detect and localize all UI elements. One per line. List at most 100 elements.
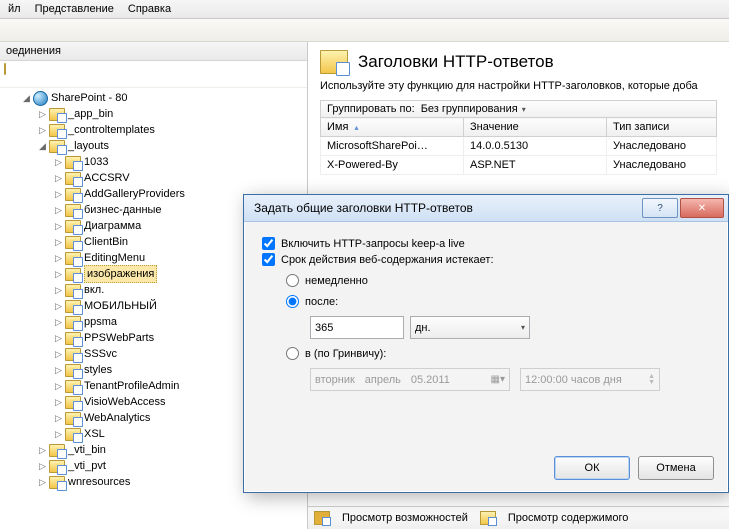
expander-icon[interactable]: ◢ bbox=[22, 90, 31, 106]
keepalive-checkbox[interactable] bbox=[262, 237, 275, 250]
expander-icon[interactable]: ▷ bbox=[38, 458, 47, 474]
menu-view[interactable]: Представление bbox=[35, 3, 114, 15]
feature-icon bbox=[320, 50, 348, 74]
expander-icon[interactable]: ▷ bbox=[54, 218, 63, 234]
folder-icon bbox=[65, 268, 81, 281]
expander-icon[interactable]: ▷ bbox=[54, 154, 63, 170]
expander-icon[interactable]: ▷ bbox=[54, 298, 63, 314]
tree-label: EditingMenu bbox=[84, 250, 145, 266]
group-dropdown[interactable]: Без группирования bbox=[421, 103, 526, 115]
folder-icon bbox=[65, 412, 81, 425]
expander-icon[interactable]: ▷ bbox=[54, 234, 63, 250]
folder-icon bbox=[49, 140, 65, 153]
tree-label: _vti_pvt bbox=[68, 458, 106, 474]
content-view-label[interactable]: Просмотр содержимого bbox=[508, 512, 629, 524]
folder-icon bbox=[65, 156, 81, 169]
expire-label: Срок действия веб-содержания истекает: bbox=[281, 254, 494, 266]
group-label: Группировать по: bbox=[327, 103, 415, 115]
expander-icon[interactable]: ▷ bbox=[54, 362, 63, 378]
tree-label: _controltemplates bbox=[68, 122, 155, 138]
toolbar bbox=[0, 19, 729, 42]
expander-icon[interactable]: ▷ bbox=[54, 250, 63, 266]
col-name[interactable]: Имя bbox=[321, 118, 464, 137]
cancel-button[interactable]: Отмена bbox=[638, 456, 714, 480]
expander-icon[interactable]: ▷ bbox=[54, 266, 63, 282]
tree-node[interactable]: ▷ 1033 bbox=[0, 154, 307, 170]
radio-gmt[interactable] bbox=[286, 347, 299, 360]
cell: ASP.NET bbox=[464, 156, 607, 175]
col-value[interactable]: Значение bbox=[464, 118, 607, 137]
tree-node[interactable]: ◢ _layouts bbox=[0, 138, 307, 154]
expander-icon[interactable]: ▷ bbox=[54, 410, 63, 426]
ok-button[interactable]: ОК bbox=[554, 456, 630, 480]
tree-label: _layouts bbox=[68, 138, 109, 154]
tree-label: Диаграмма bbox=[84, 218, 141, 234]
features-view-icon[interactable] bbox=[314, 511, 330, 525]
expander-icon[interactable]: ▷ bbox=[54, 426, 63, 442]
expander-icon[interactable]: ▷ bbox=[38, 442, 47, 458]
features-view-label[interactable]: Просмотр возможностей bbox=[342, 512, 468, 524]
tree-node[interactable]: ▷_app_bin bbox=[0, 106, 307, 122]
headers-table: Имя Значение Тип записи MicrosoftSharePo… bbox=[320, 117, 717, 175]
tree-label: XSL bbox=[84, 426, 105, 442]
tree-label: SSSvc bbox=[84, 346, 117, 362]
after-value-input[interactable] bbox=[310, 316, 404, 339]
tree-label: изображения bbox=[84, 265, 157, 283]
expander-icon[interactable]: ▷ bbox=[54, 330, 63, 346]
table-row[interactable]: X-Powered-ByASP.NETУнаследовано bbox=[321, 156, 717, 175]
http-headers-dialog: Задать общие заголовки HTTP-ответов ? ✕ … bbox=[243, 194, 729, 493]
tree-node[interactable]: ▷ _controltemplates bbox=[0, 122, 307, 138]
folder-icon bbox=[65, 188, 81, 201]
expander-icon[interactable]: ▷ bbox=[38, 106, 47, 122]
calendar-icon: ▦▾ bbox=[491, 374, 505, 385]
folder-icon bbox=[65, 364, 81, 377]
close-button[interactable]: ✕ bbox=[680, 198, 724, 218]
radio-immediate[interactable] bbox=[286, 274, 299, 287]
folder-icon bbox=[65, 172, 81, 185]
cell: X-Powered-By bbox=[321, 156, 464, 175]
expander-icon[interactable]: ▷ bbox=[54, 346, 63, 362]
cell: MicrosoftSharePoi… bbox=[321, 137, 464, 156]
folder-icon bbox=[65, 428, 81, 441]
menu-file[interactable]: йл bbox=[8, 3, 21, 15]
expander-icon[interactable]: ▷ bbox=[38, 122, 47, 138]
folder-icon bbox=[65, 348, 81, 361]
expander-icon[interactable]: ▷ bbox=[54, 202, 63, 218]
connections-toolbar bbox=[0, 61, 307, 88]
date-picker: вторникапрель05.2011 ▦▾ bbox=[310, 368, 510, 391]
tree-label: ClientBin bbox=[84, 234, 128, 250]
expander-icon[interactable]: ◢ bbox=[38, 138, 47, 154]
expander-icon[interactable]: ▷ bbox=[54, 314, 63, 330]
tree-label: вкл. bbox=[84, 282, 104, 298]
expander-icon[interactable]: ▷ bbox=[54, 186, 63, 202]
folder-icon bbox=[65, 396, 81, 409]
dialog-title: Задать общие заголовки HTTP-ответов bbox=[254, 201, 640, 215]
tree-label: styles bbox=[84, 362, 112, 378]
expire-checkbox[interactable] bbox=[262, 253, 275, 266]
group-bar: Группировать по: Без группирования bbox=[320, 100, 717, 118]
folder-icon bbox=[65, 236, 81, 249]
tree-label: ACCSRV bbox=[84, 170, 130, 186]
tree-label: wnresources bbox=[68, 474, 130, 490]
after-unit-combo[interactable]: дн. bbox=[410, 316, 530, 339]
expander-icon[interactable]: ▷ bbox=[54, 170, 63, 186]
expander-icon[interactable]: ▷ bbox=[38, 474, 47, 490]
tree-label: 1033 bbox=[84, 154, 108, 170]
folder-icon bbox=[65, 316, 81, 329]
radio-after[interactable] bbox=[286, 295, 299, 308]
tree-label: VisioWebAccess bbox=[84, 394, 166, 410]
table-row[interactable]: MicrosoftSharePoi…14.0.0.5130Унаследован… bbox=[321, 137, 717, 156]
tree-node[interactable]: ◢SharePoint - 80 bbox=[0, 90, 307, 106]
col-type[interactable]: Тип записи bbox=[607, 118, 717, 137]
expander-icon[interactable]: ▷ bbox=[54, 394, 63, 410]
globe-icon bbox=[33, 91, 48, 106]
expander-icon[interactable]: ▷ bbox=[54, 282, 63, 298]
menu-help[interactable]: Справка bbox=[128, 3, 171, 15]
tree-node[interactable]: ▷ ACCSRV bbox=[0, 170, 307, 186]
help-button[interactable]: ? bbox=[642, 198, 678, 218]
folder-icon bbox=[49, 108, 65, 121]
expander-icon[interactable]: ▷ bbox=[54, 378, 63, 394]
content-view-icon[interactable] bbox=[480, 511, 496, 525]
folder-icon bbox=[65, 380, 81, 393]
folder-icon bbox=[65, 204, 81, 217]
